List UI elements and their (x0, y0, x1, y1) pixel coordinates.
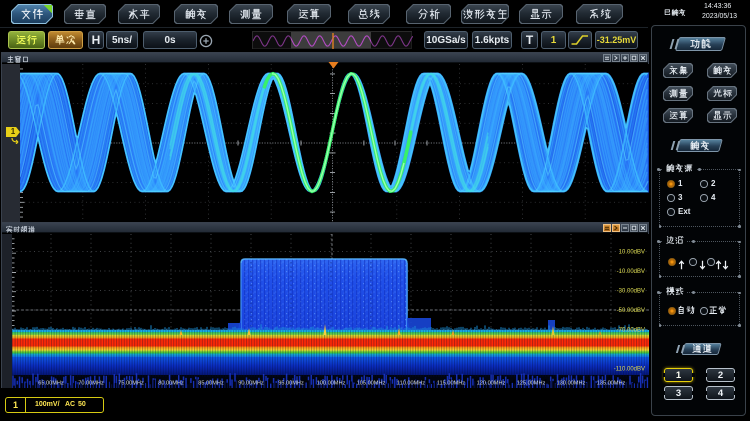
svg-text:10.00dBV: 10.00dBV (619, 250, 645, 256)
svg-text:125.00MHz: 125.00MHz (517, 381, 546, 387)
svg-text:-110.00dBV: -110.00dBV (614, 367, 645, 373)
svg-text:120.00MHz: 120.00MHz (477, 381, 506, 387)
svg-text:110.00MHz: 110.00MHz (397, 381, 425, 387)
svg-text:65.00MHz: 65.00MHz (38, 381, 64, 387)
svg-text:115.00MHz: 115.00MHz (437, 381, 465, 387)
svg-text:70.00MHz: 70.00MHz (78, 381, 104, 387)
svg-text:130.00MHz: 130.00MHz (557, 381, 586, 387)
svg-text:95.00MHz: 95.00MHz (278, 381, 304, 387)
svg-text:100.00MHz: 100.00MHz (317, 381, 346, 387)
svg-text:75.00MHz: 75.00MHz (118, 381, 144, 387)
svg-text:105.00MHz: 105.00MHz (357, 381, 386, 387)
svg-text:85.00MHz: 85.00MHz (198, 381, 224, 387)
svg-text:135.00MHz: 135.00MHz (597, 381, 626, 387)
svg-text:80.00MHz: 80.00MHz (158, 381, 184, 387)
svg-text:-30.00dBV: -30.00dBV (617, 289, 645, 295)
svg-text:-70.00dBV: -70.00dBV (617, 328, 645, 334)
svg-text:-10.00dBV: -10.00dBV (617, 269, 645, 275)
svg-text:-50.00dBV: -50.00dBV (617, 308, 645, 314)
svg-text:90.00MHz: 90.00MHz (238, 381, 264, 387)
